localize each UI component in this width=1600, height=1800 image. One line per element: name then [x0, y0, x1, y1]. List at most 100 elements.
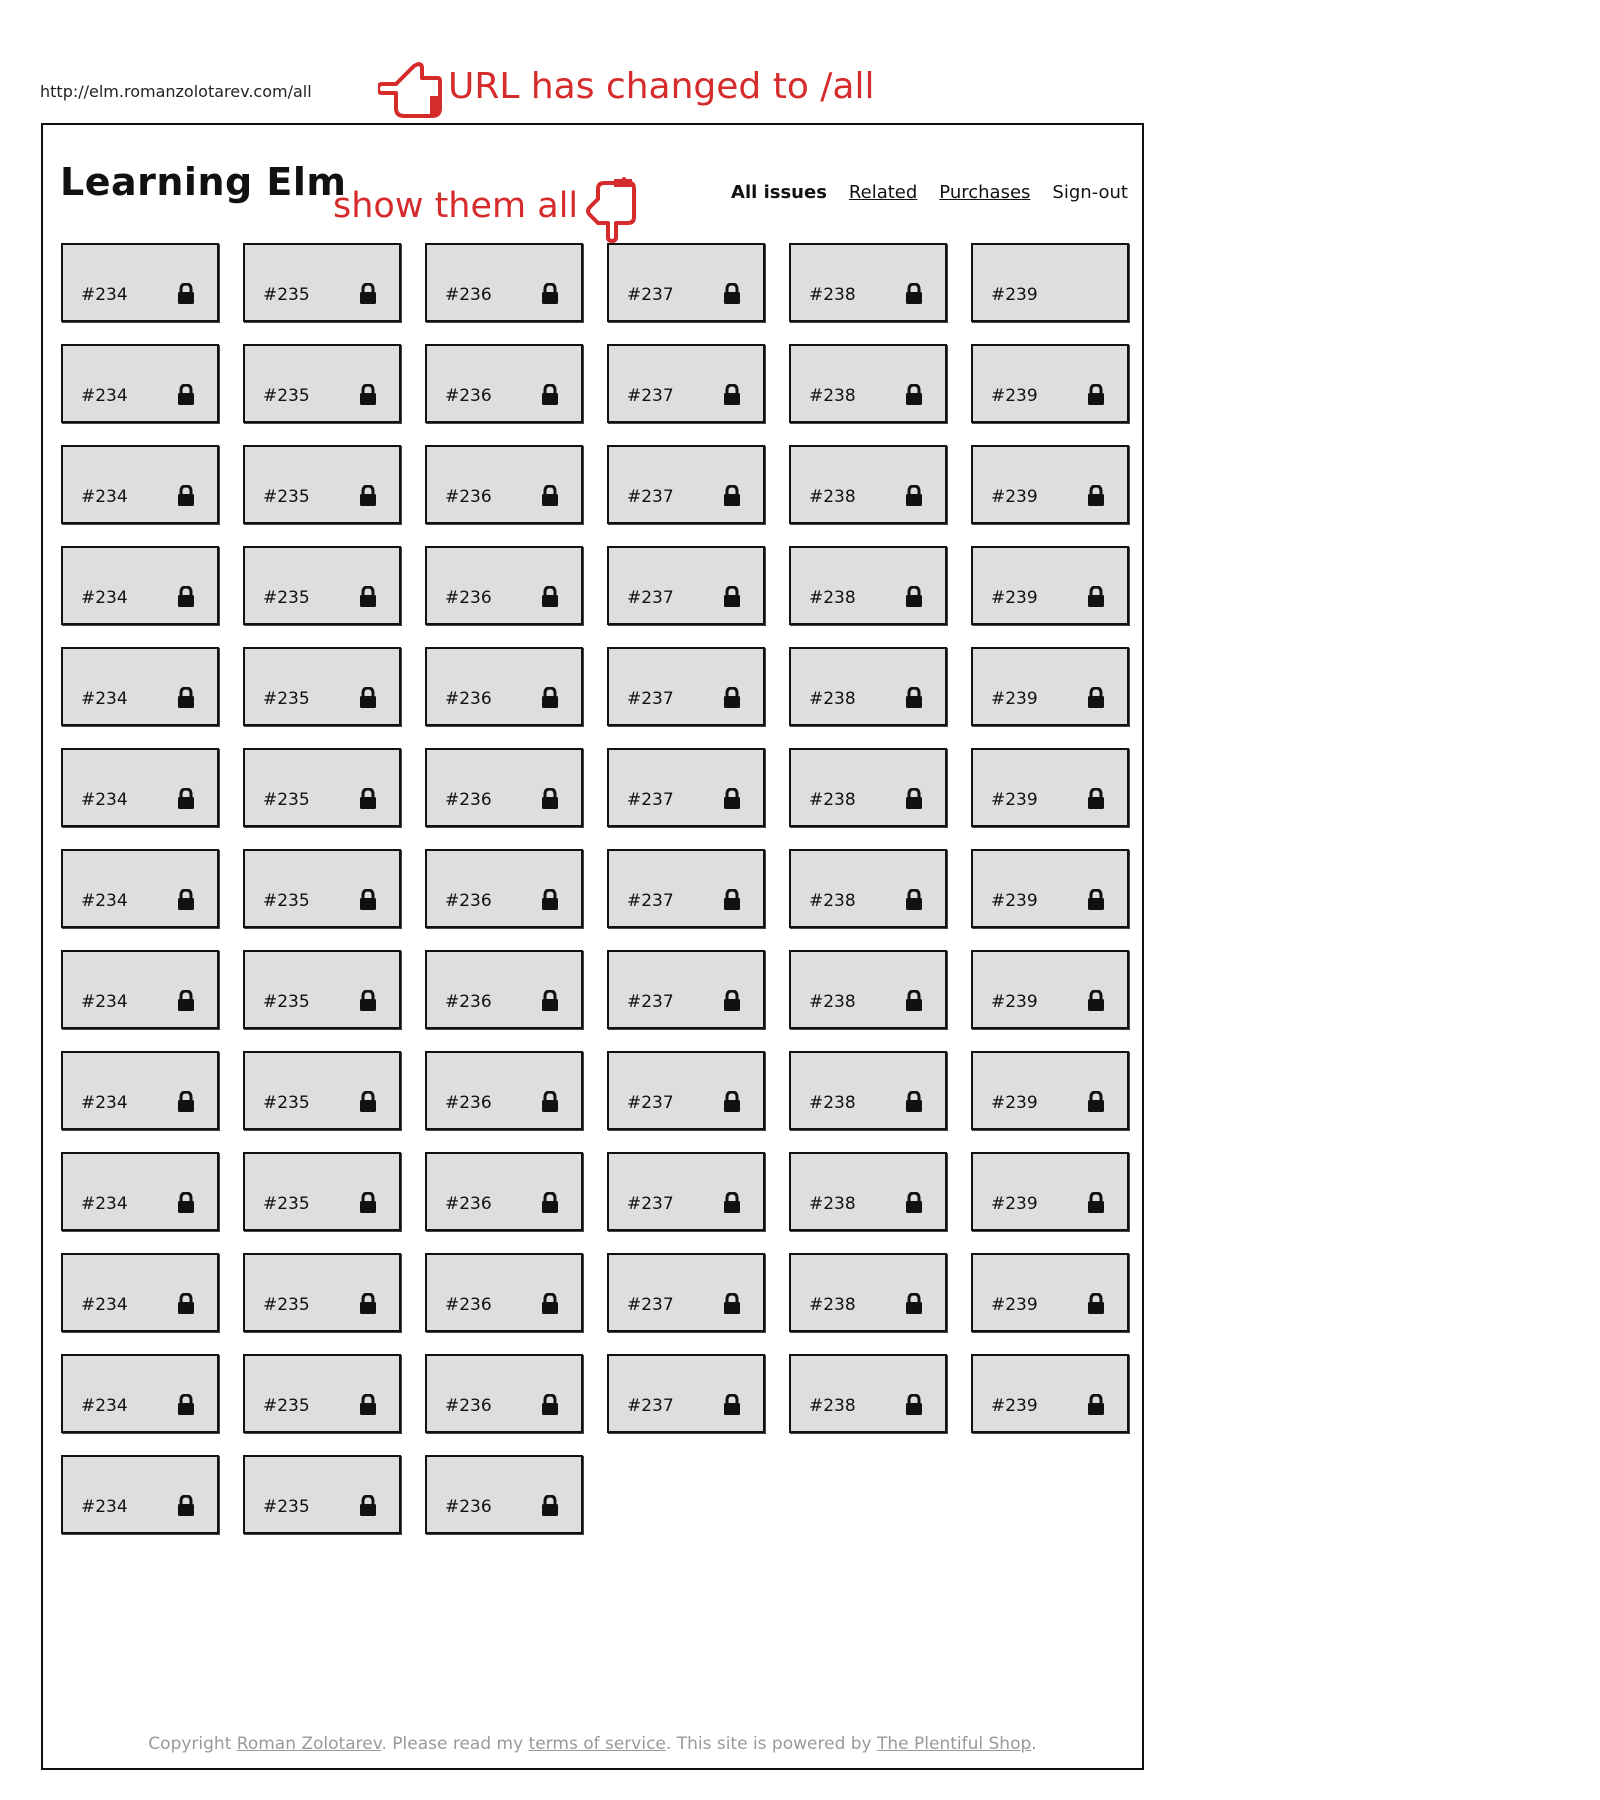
- issue-tile[interactable]: #235: [243, 1152, 401, 1231]
- issue-number: #238: [809, 386, 856, 406]
- issue-tile[interactable]: #237: [607, 1152, 765, 1231]
- issue-tile[interactable]: #235: [243, 1455, 401, 1534]
- issue-tile[interactable]: #239: [971, 1051, 1129, 1130]
- issue-number: #238: [809, 1396, 856, 1416]
- issue-tile[interactable]: #234: [61, 950, 219, 1029]
- issue-tile[interactable]: #238: [789, 950, 947, 1029]
- footer-tos-link[interactable]: terms of service: [529, 1734, 666, 1754]
- site-logo[interactable]: Learning Elm: [60, 160, 347, 204]
- issue-tile[interactable]: #236: [425, 748, 583, 827]
- issue-tile[interactable]: #237: [607, 1354, 765, 1433]
- lock-icon: [359, 1191, 377, 1214]
- issue-tile[interactable]: #235: [243, 647, 401, 726]
- issue-tile[interactable]: #235: [243, 546, 401, 625]
- lock-icon: [1087, 585, 1105, 608]
- issue-tile[interactable]: #239: [971, 243, 1129, 322]
- issue-tile[interactable]: #236: [425, 344, 583, 423]
- issue-tile[interactable]: #237: [607, 344, 765, 423]
- issue-tile[interactable]: #238: [789, 344, 947, 423]
- issue-tile[interactable]: #235: [243, 1253, 401, 1332]
- issue-tile[interactable]: #238: [789, 849, 947, 928]
- issue-tile[interactable]: #237: [607, 1051, 765, 1130]
- issue-tile[interactable]: #238: [789, 748, 947, 827]
- lock-icon: [541, 282, 559, 305]
- lock-icon: [905, 484, 923, 507]
- issue-tile[interactable]: #239: [971, 1152, 1129, 1231]
- lock-icon: [905, 787, 923, 810]
- footer-shop-link[interactable]: The Plentiful Shop: [877, 1734, 1031, 1754]
- issue-number: #234: [81, 1194, 128, 1214]
- issue-number: #234: [81, 1396, 128, 1416]
- lock-icon: [1087, 383, 1105, 406]
- issue-tile[interactable]: #234: [61, 243, 219, 322]
- issue-tile[interactable]: #236: [425, 950, 583, 1029]
- issue-tile[interactable]: #237: [607, 950, 765, 1029]
- issue-tile[interactable]: #238: [789, 243, 947, 322]
- issue-tile[interactable]: #236: [425, 1253, 583, 1332]
- issue-tile[interactable]: #238: [789, 1051, 947, 1130]
- issue-tile[interactable]: #237: [607, 445, 765, 524]
- issue-tile[interactable]: #239: [971, 1253, 1129, 1332]
- issue-tile[interactable]: #234: [61, 647, 219, 726]
- issue-tile[interactable]: #236: [425, 849, 583, 928]
- lock-icon: [359, 1494, 377, 1517]
- issue-tile[interactable]: #238: [789, 1354, 947, 1433]
- issue-tile[interactable]: #234: [61, 1354, 219, 1433]
- nav-purchases[interactable]: Purchases: [939, 182, 1030, 203]
- footer-author-link[interactable]: Roman Zolotarev: [237, 1734, 382, 1754]
- nav-all-issues[interactable]: All issues: [731, 182, 827, 203]
- issue-tile[interactable]: #234: [61, 1051, 219, 1130]
- issue-tile[interactable]: #239: [971, 849, 1129, 928]
- issue-tile[interactable]: #239: [971, 445, 1129, 524]
- issue-tile[interactable]: #237: [607, 546, 765, 625]
- lock-icon: [541, 1494, 559, 1517]
- issue-tile[interactable]: #238: [789, 546, 947, 625]
- issue-tile[interactable]: #236: [425, 1455, 583, 1534]
- issue-tile[interactable]: #234: [61, 546, 219, 625]
- issue-tile[interactable]: #237: [607, 1253, 765, 1332]
- issue-tile[interactable]: #238: [789, 445, 947, 524]
- issue-tile[interactable]: #239: [971, 748, 1129, 827]
- issue-tile[interactable]: #239: [971, 647, 1129, 726]
- nav-sign-out[interactable]: Sign-out: [1052, 182, 1128, 203]
- issue-tile[interactable]: #238: [789, 1152, 947, 1231]
- issue-tile[interactable]: #235: [243, 243, 401, 322]
- issue-tile[interactable]: #235: [243, 748, 401, 827]
- issue-tile[interactable]: #235: [243, 445, 401, 524]
- issue-tile[interactable]: #239: [971, 950, 1129, 1029]
- issue-tile[interactable]: #236: [425, 1354, 583, 1433]
- issue-number: #239: [991, 689, 1038, 709]
- issue-tile[interactable]: #238: [789, 1253, 947, 1332]
- issue-tile[interactable]: #234: [61, 445, 219, 524]
- issue-tile[interactable]: #235: [243, 1051, 401, 1130]
- issue-tile[interactable]: #234: [61, 344, 219, 423]
- issue-tile[interactable]: #238: [789, 647, 947, 726]
- issue-tile[interactable]: #237: [607, 647, 765, 726]
- issue-tile[interactable]: #236: [425, 445, 583, 524]
- nav-related[interactable]: Related: [849, 182, 917, 203]
- issue-tile[interactable]: #234: [61, 1253, 219, 1332]
- issue-tile[interactable]: #237: [607, 849, 765, 928]
- issue-tile[interactable]: #234: [61, 748, 219, 827]
- issue-tile[interactable]: #237: [607, 748, 765, 827]
- lock-icon: [359, 1292, 377, 1315]
- issue-number: #239: [991, 588, 1038, 608]
- issue-tile[interactable]: #236: [425, 1152, 583, 1231]
- issue-tile[interactable]: #239: [971, 1354, 1129, 1433]
- issue-tile[interactable]: #236: [425, 1051, 583, 1130]
- issue-tile[interactable]: #234: [61, 849, 219, 928]
- issue-tile[interactable]: #235: [243, 344, 401, 423]
- issue-tile[interactable]: #237: [607, 243, 765, 322]
- issue-tile[interactable]: #235: [243, 950, 401, 1029]
- issue-tile[interactable]: #235: [243, 849, 401, 928]
- issue-tile[interactable]: #235: [243, 1354, 401, 1433]
- issue-tile[interactable]: #236: [425, 647, 583, 726]
- issue-tile[interactable]: #234: [61, 1152, 219, 1231]
- issue-tile[interactable]: #239: [971, 344, 1129, 423]
- issue-tile[interactable]: #239: [971, 546, 1129, 625]
- lock-icon: [177, 989, 195, 1012]
- issue-tile[interactable]: #234: [61, 1455, 219, 1534]
- issue-tile[interactable]: #236: [425, 546, 583, 625]
- issue-tile[interactable]: #236: [425, 243, 583, 322]
- address-bar[interactable]: http://elm.romanzolotarev.com/all: [40, 82, 312, 101]
